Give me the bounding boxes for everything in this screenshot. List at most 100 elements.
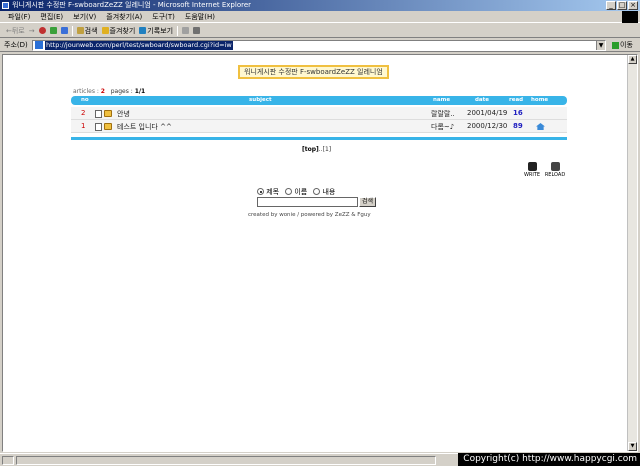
forward-label: → xyxy=(28,26,35,35)
row-read-count: 89 xyxy=(513,122,523,130)
table-footer-bar xyxy=(71,137,567,140)
go-button[interactable]: 이동 xyxy=(612,40,633,50)
window-title: 워니게시판 수정판 F-swboardZeZZ 일레니엄 - Microsoft… xyxy=(12,1,252,9)
favorites-label: 즐겨찾기 xyxy=(109,26,136,35)
search-icon xyxy=(76,27,84,34)
pager-top-link[interactable]: [top] xyxy=(302,146,319,153)
search-submit-button[interactable]: 검색 xyxy=(359,197,377,207)
close-button[interactable]: × xyxy=(628,1,638,10)
write-button[interactable]: WRITE xyxy=(521,162,543,178)
pages-value: 1/1 xyxy=(134,88,146,95)
refresh-button[interactable] xyxy=(49,27,57,34)
row-subject-link[interactable]: 테스트 입니다 ^^ xyxy=(117,122,172,132)
board-title: 워니게시판 수정판 F-swboardZeZZ 일레니엄 xyxy=(238,65,389,79)
table-header: no subject name date read home xyxy=(71,96,567,105)
row-subject-link[interactable]: 안녕 xyxy=(117,109,130,119)
history-label: 기록보기 xyxy=(147,26,174,35)
scroll-down-icon[interactable]: ▼ xyxy=(628,442,637,451)
scroll-up-icon[interactable]: ▲ xyxy=(628,55,637,64)
reload-label: RELOAD xyxy=(544,172,566,178)
radio-name[interactable] xyxy=(285,188,293,195)
address-url: http://jounweb.com/perl/test/swboard/swb… xyxy=(45,40,233,50)
table-row[interactable]: 2 안녕 랄랄랄.. 2001/04/19 16 xyxy=(71,107,567,120)
col-no: no xyxy=(81,97,89,103)
menu-help[interactable]: 도움말(H) xyxy=(185,12,215,22)
maximize-button[interactable]: □ xyxy=(617,1,627,10)
address-label: 주소(D) xyxy=(4,41,28,49)
row-date: 2001/04/19 xyxy=(467,109,508,117)
status-text-pane xyxy=(16,456,436,465)
reload-icon xyxy=(550,162,560,171)
stop-icon xyxy=(38,27,46,34)
forward-button[interactable]: → xyxy=(29,27,35,35)
menu-bar: 파일(F) 편집(E) 보기(V) 즐겨찾기(A) 도구(T) 도움말(H) xyxy=(0,11,640,23)
row-author[interactable]: 랄랄랄.. xyxy=(431,109,455,119)
reload-button[interactable]: RELOAD xyxy=(544,162,566,178)
table-row[interactable]: 1 테스트 입니다 ^^ 다롬~♪ 2000/12/30 89 xyxy=(71,120,567,133)
row-date: 2000/12/30 xyxy=(467,122,508,130)
refresh-icon xyxy=(49,27,57,34)
search-input[interactable] xyxy=(257,197,358,207)
toolbar-separator xyxy=(177,25,179,36)
search-option-subject[interactable]: 제목 xyxy=(257,187,279,197)
search-option-name-label: 이름 xyxy=(294,188,308,196)
col-home: home xyxy=(531,97,549,103)
minimize-button[interactable]: _ xyxy=(606,1,616,10)
home-button[interactable] xyxy=(60,27,68,34)
print-button[interactable] xyxy=(193,27,201,34)
search-options: 제목 이름 내용 xyxy=(257,187,335,197)
homepage-icon[interactable] xyxy=(536,123,545,130)
search-label: 검색 xyxy=(84,26,98,35)
articles-count: 2 xyxy=(100,88,105,95)
stop-button[interactable] xyxy=(38,27,46,34)
back-button[interactable]: ←뒤로 xyxy=(6,26,25,36)
home-icon xyxy=(60,27,68,34)
address-bar: 주소(D) http://jounweb.com/perl/test/swboa… xyxy=(0,39,640,52)
radio-subject[interactable] xyxy=(257,188,264,195)
col-subject: subject xyxy=(249,97,272,103)
menu-view[interactable]: 보기(V) xyxy=(73,12,96,22)
pagination: [top]..[1] xyxy=(302,146,331,153)
vertical-scrollbar[interactable]: ▲ ▼ xyxy=(627,55,637,451)
favorites-button[interactable]: 즐겨찾기 xyxy=(101,26,136,36)
folder-icon xyxy=(104,123,112,130)
radio-content[interactable] xyxy=(313,188,321,195)
search-option-name[interactable]: 이름 xyxy=(285,187,307,197)
articles-label: articles : xyxy=(73,88,99,95)
col-read: read xyxy=(509,97,524,103)
search-option-subject-label: 제목 xyxy=(266,188,280,196)
search-option-content-label: 내용 xyxy=(322,188,336,196)
menu-tools[interactable]: 도구(T) xyxy=(152,12,175,22)
menu-favorites[interactable]: 즐겨찾기(A) xyxy=(106,12,142,22)
menu-file[interactable]: 파일(F) xyxy=(8,12,30,22)
article-table: no subject name date read home 2 안녕 랄랄랄.… xyxy=(71,96,567,140)
toolbar-separator xyxy=(71,25,73,36)
search-button[interactable]: 검색 xyxy=(76,26,98,36)
document-icon xyxy=(95,123,102,131)
pager-page-1[interactable]: [1] xyxy=(323,146,332,153)
status-icon-pane xyxy=(2,456,14,465)
history-icon xyxy=(139,27,147,34)
mail-button[interactable] xyxy=(182,27,190,34)
col-date: date xyxy=(475,97,490,103)
address-dropdown-icon[interactable]: ▼ xyxy=(596,40,605,50)
page-icon xyxy=(35,41,43,49)
document-icon xyxy=(95,110,102,118)
mail-icon xyxy=(182,27,190,34)
menu-edit[interactable]: 편집(E) xyxy=(40,12,63,22)
go-arrow-icon xyxy=(612,41,619,49)
copyright-watermark: Copyright(c) http://www.happycgi.com xyxy=(458,453,640,466)
print-icon xyxy=(193,27,201,34)
history-button[interactable]: 기록보기 xyxy=(139,26,173,36)
toolbar: ←뒤로 → 검색 즐겨찾기 기록보기 xyxy=(0,24,640,38)
board-stats: articles : 2 pages : 1/1 xyxy=(73,88,145,95)
write-label: WRITE xyxy=(523,172,541,178)
row-author[interactable]: 다롬~♪ xyxy=(431,122,454,132)
address-input[interactable]: http://jounweb.com/perl/test/swboard/swb… xyxy=(32,39,606,51)
ie-icon xyxy=(2,2,9,9)
pages-label: pages : xyxy=(110,88,133,95)
search-option-content[interactable]: 내용 xyxy=(313,187,335,197)
folder-icon xyxy=(104,110,112,117)
browser-window: 워니게시판 수정판 F-swboardZeZZ 일레니엄 - Microsoft… xyxy=(0,0,640,466)
row-number: 1 xyxy=(81,122,86,130)
